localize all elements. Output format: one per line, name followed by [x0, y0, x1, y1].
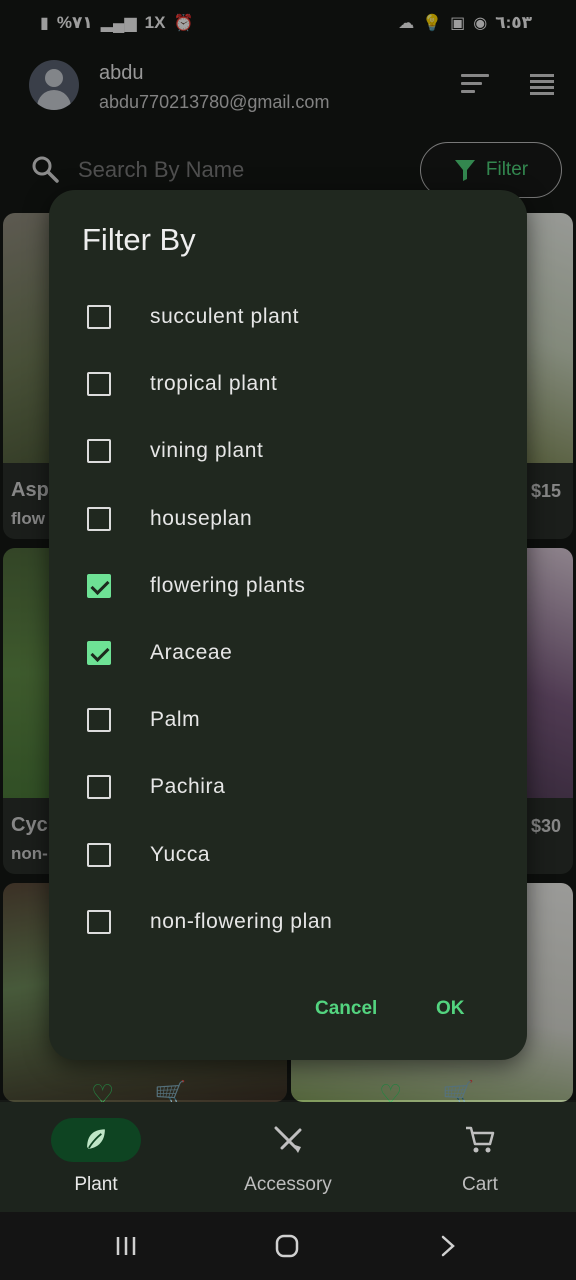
dialog-title: Filter By: [82, 222, 196, 257]
cancel-button[interactable]: Cancel: [315, 998, 377, 1020]
filter-option-label: succulent plant: [150, 305, 300, 328]
filter-option-label: houseplan: [150, 506, 253, 530]
home-icon[interactable]: [275, 1234, 299, 1258]
bottom-navigation: Plant Accessory Cart: [0, 1102, 576, 1212]
nav-label-accessory: Accessory: [244, 1174, 332, 1195]
filter-option[interactable]: houseplan: [49, 489, 527, 549]
filter-option[interactable]: Pachira: [49, 757, 527, 817]
leaf-icon: [87, 1129, 105, 1149]
cart-icon: [466, 1126, 495, 1153]
system-navigation-bar: [0, 1212, 576, 1280]
checkbox-unchecked[interactable]: [87, 439, 111, 464]
garden-tools-icon: [274, 1126, 302, 1153]
filter-option[interactable]: flowering plants: [49, 556, 527, 616]
checkbox-unchecked[interactable]: [87, 775, 111, 800]
filter-option[interactable]: non-flowering plan: [49, 892, 527, 952]
checkbox-unchecked[interactable]: [87, 372, 111, 397]
filter-option-label: flowering plants: [150, 573, 306, 597]
nav-item-plant[interactable]: Plant: [0, 1102, 192, 1212]
filter-option-label: Pachira: [150, 775, 226, 799]
nav-item-accessory[interactable]: Accessory: [192, 1102, 384, 1212]
filter-option-label: tropical plant: [150, 372, 278, 396]
nav-label-plant: Plant: [74, 1174, 118, 1195]
nav-label-cart: Cart: [462, 1174, 498, 1195]
back-icon[interactable]: [438, 1234, 458, 1258]
filter-option-label: vining plant: [150, 439, 264, 463]
filter-option[interactable]: Yucca: [49, 825, 527, 885]
filter-option[interactable]: vining plant: [49, 421, 527, 481]
filter-option-label: Yucca: [150, 842, 211, 866]
checkbox-unchecked[interactable]: [87, 305, 111, 329]
checkbox-unchecked[interactable]: [87, 506, 111, 531]
checkbox-checked[interactable]: [87, 573, 111, 598]
checkbox-checked[interactable]: [87, 641, 111, 665]
checkbox-unchecked[interactable]: [87, 708, 111, 733]
filter-option[interactable]: succulent plant: [49, 287, 527, 347]
filter-option[interactable]: Araceae: [49, 623, 527, 683]
ok-button[interactable]: OK: [436, 998, 465, 1020]
filter-dialog: Filter By succulent plant tropical plant v…: [49, 190, 527, 1060]
filter-option-label: non-flowering plan: [150, 909, 333, 933]
filter-option-label: Araceae: [150, 641, 233, 664]
checkbox-unchecked[interactable]: [87, 842, 111, 867]
checkbox-unchecked[interactable]: [87, 909, 111, 934]
filter-option[interactable]: Palm: [49, 690, 527, 750]
recent-apps-icon[interactable]: [114, 1234, 138, 1258]
nav-item-cart[interactable]: Cart: [384, 1102, 576, 1212]
filter-option[interactable]: tropical plant: [49, 354, 527, 414]
filter-option-label: Palm: [150, 708, 201, 732]
